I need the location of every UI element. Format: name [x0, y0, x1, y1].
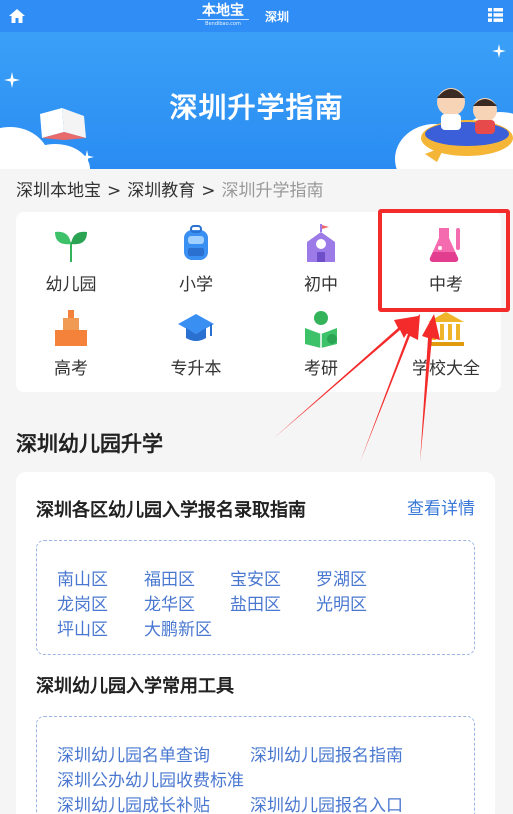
institution-icon	[428, 312, 464, 346]
school-building-icon	[307, 224, 335, 262]
category-gaokao[interactable]: 高考	[16, 308, 126, 379]
section-title: 深圳幼儿园升学	[16, 432, 163, 456]
district-link[interactable]: 福田区	[144, 565, 195, 590]
district-list: 南山区 福田区 宝安区 罗湖区 龙岗区 龙华区 盐田区 光明区 坪山区 大鹏新区	[36, 540, 475, 655]
logo-text: 本地宝	[202, 3, 244, 19]
category-label: 小学	[179, 275, 213, 295]
star-icon	[80, 150, 94, 164]
menu-grid-icon[interactable]	[488, 8, 503, 22]
category-label: 专升本	[170, 359, 222, 379]
highlight-box	[378, 209, 510, 312]
tools-title: 深圳幼儿园入学常用工具	[36, 676, 234, 697]
district-link[interactable]: 盐田区	[230, 590, 281, 615]
kindergarten-panel: 深圳各区幼儿园入学报名录取指南 查看详情 南山区 福田区 宝安区 罗湖区 龙岗区…	[16, 472, 495, 814]
breadcrumb: 深圳本地宝 > 深圳教育 > 深圳升学指南	[16, 176, 324, 201]
tool-link[interactable]: 深圳幼儿园报名入口	[250, 791, 403, 814]
district-link[interactable]: 南山区	[57, 565, 108, 590]
reading-person-icon	[305, 311, 337, 348]
tool-link[interactable]: 深圳幼儿园报名指南	[250, 741, 403, 766]
podium-icon	[55, 310, 87, 346]
district-link[interactable]: 光明区	[316, 590, 367, 615]
district-link[interactable]: 罗湖区	[316, 565, 367, 590]
category-label: 学校大全	[412, 359, 480, 379]
breadcrumb-link-education[interactable]: 深圳教育	[127, 181, 195, 201]
home-icon[interactable]	[8, 7, 26, 25]
tool-link[interactable]: 深圳公办幼儿园收费标准	[57, 766, 244, 791]
district-link[interactable]: 大鹏新区	[144, 615, 212, 640]
tool-link[interactable]: 深圳幼儿园成长补贴	[57, 791, 210, 814]
hero-banner: 深圳升学指南	[0, 32, 513, 169]
district-link[interactable]: 龙岗区	[57, 590, 108, 615]
category-zhuanshengben[interactable]: 专升本	[141, 308, 251, 379]
enroll-guide-title: 深圳各区幼儿园入学报名录取指南	[36, 500, 306, 521]
district-link[interactable]: 坪山区	[57, 615, 108, 640]
backpack-icon	[184, 225, 208, 260]
category-kindergarten[interactable]: 幼儿园	[16, 224, 126, 295]
tools-list: 深圳幼儿园名单查询 深圳幼儿园报名指南 深圳公办幼儿园收费标准 深圳幼儿园成长补…	[36, 716, 475, 814]
district-link[interactable]: 龙华区	[144, 590, 195, 615]
breadcrumb-separator: >	[201, 181, 216, 201]
district-link[interactable]: 宝安区	[230, 565, 281, 590]
tool-link[interactable]: 深圳幼儿园名单查询	[57, 741, 210, 766]
category-primary-school[interactable]: 小学	[141, 224, 251, 295]
graduation-cap-icon	[178, 314, 214, 341]
category-label: 高考	[54, 359, 88, 379]
breadcrumb-current: 深圳升学指南	[221, 181, 324, 201]
sprout-icon	[55, 231, 87, 262]
top-bar: 本地宝 Bendibao.com 深圳	[0, 0, 513, 32]
city-selector[interactable]: 深圳	[265, 8, 289, 25]
star-icon	[492, 44, 506, 58]
banner-title: 深圳升学指南	[169, 91, 344, 124]
breadcrumb-link-home[interactable]: 深圳本地宝	[16, 181, 101, 201]
category-label: 考研	[304, 359, 338, 379]
site-logo[interactable]: 本地宝 Bendibao.com	[197, 3, 249, 29]
category-school-directory[interactable]: 学校大全	[391, 308, 501, 379]
view-details-link[interactable]: 查看详情	[407, 494, 475, 519]
logo-subtext: Bendibao.com	[197, 19, 249, 28]
breadcrumb-separator: >	[107, 181, 122, 201]
category-middle-school[interactable]: 初中	[266, 224, 376, 295]
category-kaoyan[interactable]: 考研	[266, 308, 376, 379]
category-label: 幼儿园	[45, 275, 97, 295]
category-label: 初中	[304, 275, 338, 295]
